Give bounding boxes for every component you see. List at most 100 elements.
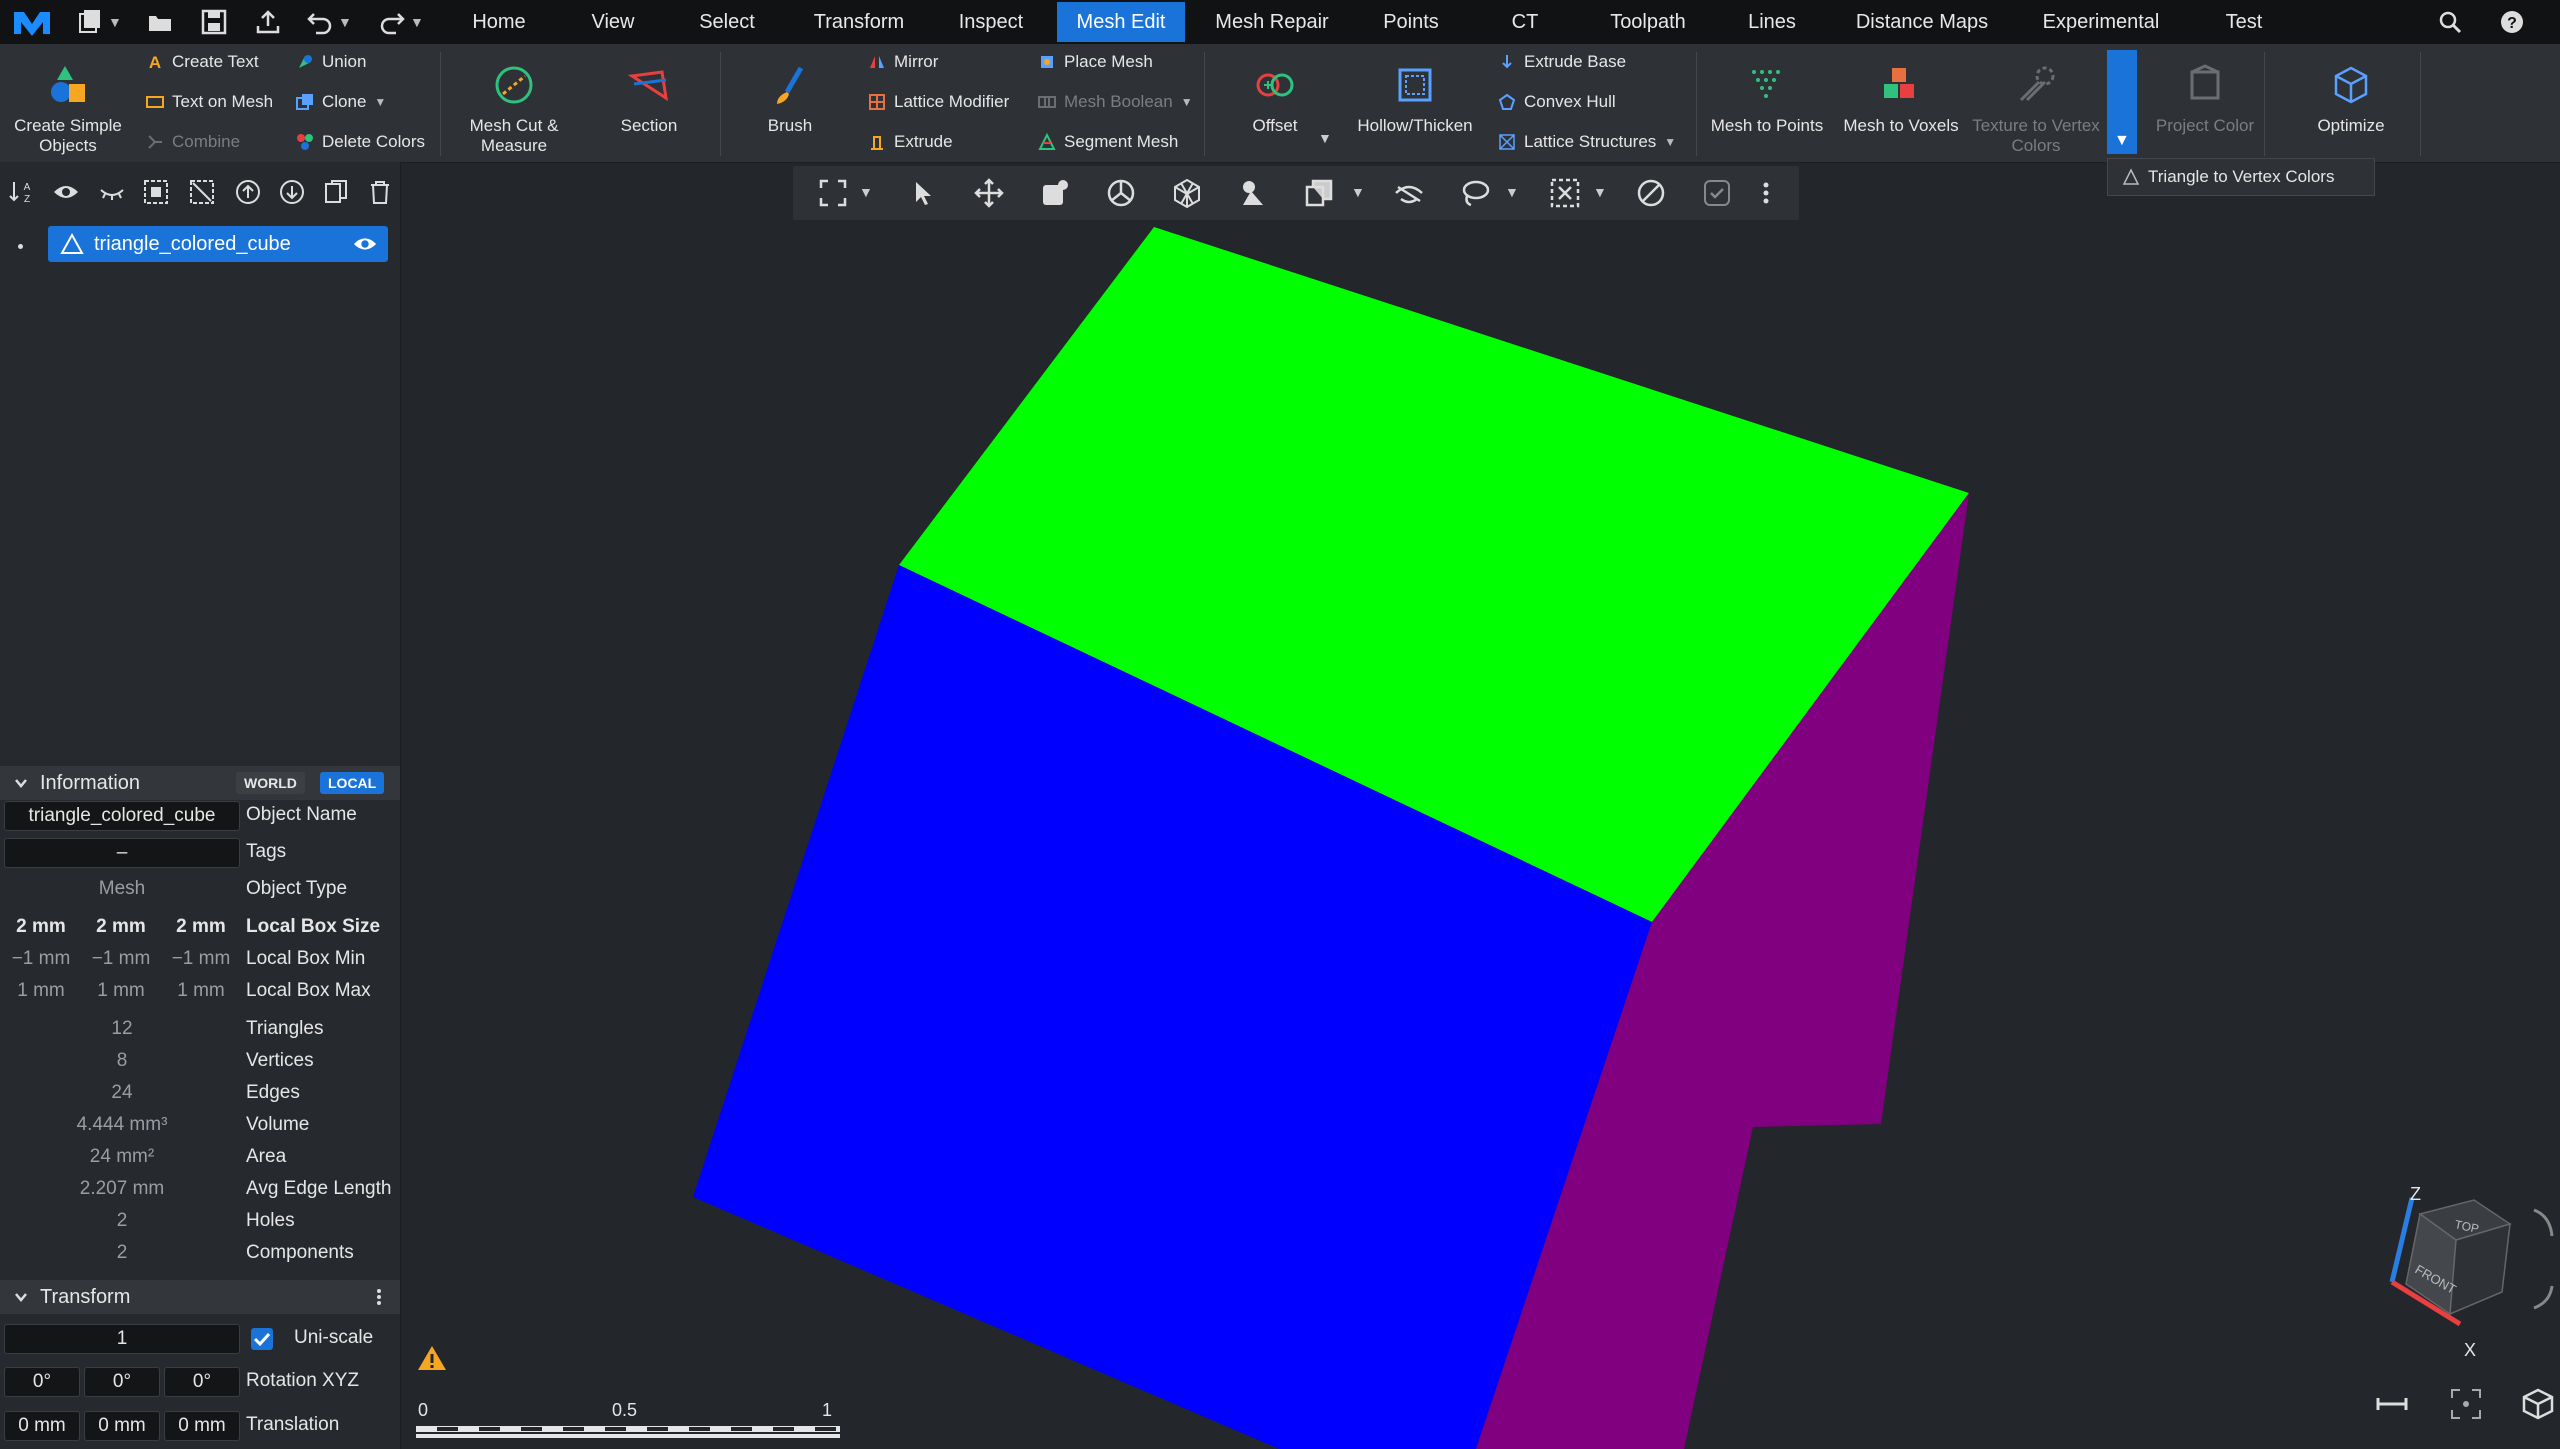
tab-experimental[interactable]: Experimental xyxy=(2030,0,2172,44)
union-button[interactable]: Union xyxy=(296,48,366,76)
warning-icon[interactable] xyxy=(416,1344,448,1372)
hide-all-button[interactable] xyxy=(98,178,126,206)
extrude-button[interactable]: Extrude xyxy=(868,128,953,156)
disable-button[interactable] xyxy=(1635,177,1667,209)
extrude-base-button[interactable]: Extrude Base xyxy=(1498,48,1626,76)
tab-select[interactable]: Select xyxy=(680,0,774,44)
more-tools-dropdown-button[interactable]: ▼ xyxy=(2107,50,2137,154)
mesh-cut-measure-button[interactable]: Mesh Cut & Measure xyxy=(454,44,574,162)
rotation-x-input[interactable]: 0° xyxy=(4,1367,80,1397)
world-toggle[interactable]: WORLD xyxy=(236,772,305,794)
transform-header[interactable]: Transform xyxy=(0,1280,400,1314)
texture-to-vertex-colors-button[interactable]: Texture to Vertex Colors xyxy=(1966,44,2106,162)
more-options-icon[interactable] xyxy=(372,1288,386,1306)
open-button[interactable] xyxy=(146,6,174,38)
scale-input[interactable]: 1 xyxy=(4,1324,240,1354)
search-button[interactable] xyxy=(2436,6,2464,38)
export-button[interactable] xyxy=(254,6,282,38)
tab-mesh-edit[interactable]: Mesh Edit xyxy=(1057,2,1185,42)
rotation-y-input[interactable]: 0° xyxy=(84,1367,160,1397)
translation-x-input[interactable]: 0 mm xyxy=(4,1411,80,1441)
help-button[interactable]: ? xyxy=(2498,6,2526,38)
offset-button[interactable]: Offset xyxy=(1220,44,1330,162)
information-header[interactable]: Information WORLD LOCAL xyxy=(0,766,400,800)
select-tool-button[interactable] xyxy=(907,177,939,209)
text-on-mesh-button[interactable]: Text on Mesh xyxy=(146,88,273,116)
mesh-to-voxels-button[interactable]: Mesh to Voxels xyxy=(1836,44,1966,162)
projection-button[interactable] xyxy=(1303,177,1335,209)
tab-view[interactable]: View xyxy=(572,0,654,44)
fit-view-button[interactable] xyxy=(817,177,849,209)
light-button[interactable] xyxy=(1237,177,1269,209)
check-button[interactable] xyxy=(1701,177,1733,209)
create-simple-objects-button[interactable]: Create Simple Objects xyxy=(8,44,128,162)
measure-icon[interactable] xyxy=(2374,1386,2410,1422)
segment-mesh-button[interactable]: Segment Mesh xyxy=(1038,128,1178,156)
clipping-button[interactable] xyxy=(1549,177,1581,209)
center-view-icon[interactable] xyxy=(2448,1386,2484,1422)
redo-button[interactable]: ▼ xyxy=(378,6,424,38)
tab-home[interactable]: Home xyxy=(452,0,546,44)
scene-object-item[interactable]: triangle_colored_cube xyxy=(48,226,388,262)
delete-colors-button[interactable]: Delete Colors xyxy=(296,128,425,156)
show-all-button[interactable] xyxy=(52,178,80,206)
tags-field[interactable]: – xyxy=(4,838,240,868)
viewport-more-button[interactable] xyxy=(1759,177,1773,209)
tab-ct[interactable]: CT xyxy=(1498,0,1552,44)
lasso-button[interactable] xyxy=(1459,177,1491,209)
translation-z-input[interactable]: 0 mm xyxy=(164,1411,240,1441)
translation-y-input[interactable]: 0 mm xyxy=(84,1411,160,1441)
sort-button[interactable]: AZ xyxy=(8,178,36,206)
optimize-button[interactable]: Optimize xyxy=(2296,44,2406,162)
tab-mesh-repair[interactable]: Mesh Repair xyxy=(1206,0,1338,44)
mesh-to-points-button[interactable]: Mesh to Points xyxy=(1702,44,1832,162)
file-menu-button[interactable]: ▼ xyxy=(76,6,122,38)
lattice-structures-button[interactable]: Lattice Structures ▼ xyxy=(1498,128,1676,156)
convex-hull-button[interactable]: Convex Hull xyxy=(1498,88,1616,116)
create-text-button[interactable]: A Create Text xyxy=(146,48,259,76)
rotate-arrow-icon[interactable] xyxy=(2533,1208,2554,1237)
uniscale-checkbox[interactable] xyxy=(250,1327,274,1351)
tab-inspect[interactable]: Inspect xyxy=(946,0,1036,44)
delete-button[interactable] xyxy=(366,178,394,206)
move-up-button[interactable] xyxy=(234,178,262,206)
chevron-down-icon[interactable]: ▼ xyxy=(1505,184,1519,200)
move-down-button[interactable] xyxy=(278,178,306,206)
mesh-view-button[interactable] xyxy=(1171,177,1203,209)
tab-transform[interactable]: Transform xyxy=(798,0,920,44)
paint-select-button[interactable] xyxy=(1039,177,1071,209)
rotate-view-button[interactable] xyxy=(1105,177,1137,209)
view-cube-icon[interactable] xyxy=(2520,1386,2556,1422)
tab-test[interactable]: Test xyxy=(2210,0,2278,44)
tab-lines[interactable]: Lines xyxy=(1740,0,1804,44)
section-button[interactable]: Section xyxy=(594,44,704,162)
hide-selection-button[interactable] xyxy=(1393,177,1425,209)
tab-distance-maps[interactable]: Distance Maps xyxy=(1842,0,2002,44)
place-mesh-button[interactable]: Place Mesh xyxy=(1038,48,1153,76)
save-button[interactable] xyxy=(200,6,228,38)
select-all-button[interactable] xyxy=(142,178,170,206)
app-logo-icon[interactable] xyxy=(10,6,54,38)
copy-button[interactable] xyxy=(322,178,350,206)
tab-toolpath[interactable]: Toolpath xyxy=(1596,0,1700,44)
lattice-modifier-button[interactable]: Lattice Modifier xyxy=(868,88,1009,116)
chevron-down-icon[interactable]: ▼ xyxy=(1351,184,1365,200)
mesh-boolean-button[interactable]: Mesh Boolean ▼ xyxy=(1038,88,1193,116)
chevron-down-icon[interactable]: ▼ xyxy=(1593,184,1607,200)
hollow-thicken-button[interactable]: Hollow/Thicken xyxy=(1350,44,1480,162)
project-color-button[interactable]: Project Color xyxy=(2150,44,2260,162)
brush-button[interactable]: Brush xyxy=(740,44,840,162)
offset-chevron-down-icon[interactable]: ▼ xyxy=(1318,130,1332,146)
navigation-cube[interactable]: Z X TOP FRONT xyxy=(2370,1186,2560,1376)
mirror-button[interactable]: Mirror xyxy=(868,48,938,76)
combine-button[interactable]: Combine xyxy=(146,128,240,156)
rotation-z-input[interactable]: 0° xyxy=(164,1367,240,1397)
local-toggle[interactable]: LOCAL xyxy=(320,772,385,794)
object-name-field[interactable]: triangle_colored_cube xyxy=(4,801,240,831)
cube-render[interactable] xyxy=(401,162,2560,1449)
tab-points[interactable]: Points xyxy=(1366,0,1456,44)
rotate-arrow-icon[interactable] xyxy=(2533,1285,2554,1310)
3d-viewport[interactable] xyxy=(401,162,2560,1449)
chevron-down-icon[interactable]: ▼ xyxy=(859,184,873,200)
visibility-eye-icon[interactable] xyxy=(352,231,378,257)
